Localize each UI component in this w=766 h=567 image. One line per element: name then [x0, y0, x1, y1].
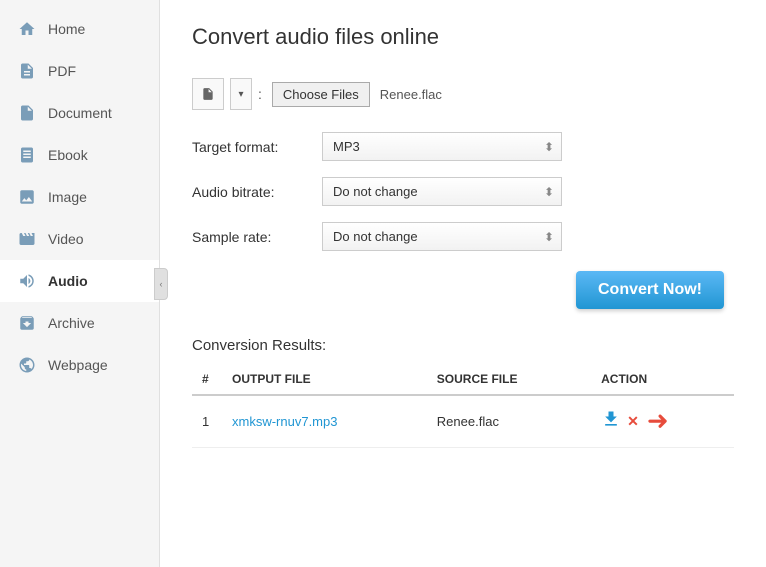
archive-icon	[16, 312, 38, 334]
sidebar-item-webpage[interactable]: Webpage	[0, 344, 159, 386]
document-icon	[16, 102, 38, 124]
table-header-row: # OUTPUT FILE SOURCE FILE ACTION	[192, 364, 734, 395]
sidebar-item-document[interactable]: Document	[0, 92, 159, 134]
row-action: ✕ ➜	[591, 395, 734, 448]
convert-button-row: Convert Now!	[192, 271, 734, 309]
file-icon-button[interactable]	[192, 78, 224, 110]
image-icon	[16, 186, 38, 208]
column-source-file: SOURCE FILE	[427, 364, 591, 395]
row-source-file: Renee.flac	[427, 395, 591, 448]
red-arrow-indicator: ➜	[647, 406, 669, 437]
audio-bitrate-label: Audio bitrate:	[192, 184, 322, 200]
delete-icon[interactable]: ✕	[627, 413, 639, 430]
sample-rate-select[interactable]: Do not change 8000 Hz 11025 Hz 22050 Hz …	[322, 222, 562, 251]
file-dropdown-button[interactable]: ▾	[230, 78, 252, 110]
sidebar-label-home: Home	[48, 21, 85, 37]
sidebar-item-image[interactable]: Image	[0, 176, 159, 218]
sidebar-collapse-button[interactable]: ‹	[154, 268, 168, 300]
column-hash: #	[192, 364, 222, 395]
target-format-label: Target format:	[192, 139, 322, 155]
sample-rate-label: Sample rate:	[192, 229, 322, 245]
sidebar-label-video: Video	[48, 231, 84, 247]
audio-icon	[16, 270, 38, 292]
sidebar-item-archive[interactable]: Archive	[0, 302, 159, 344]
sidebar-item-video[interactable]: Video	[0, 218, 159, 260]
convert-now-button[interactable]: Convert Now!	[576, 271, 724, 309]
collapse-icon: ‹	[160, 279, 163, 289]
sidebar-item-home[interactable]: Home	[0, 8, 159, 50]
target-format-select[interactable]: MP3 AAC WAV OGG FLAC M4A WMA	[322, 132, 562, 161]
choose-files-button[interactable]: Choose Files	[272, 82, 370, 107]
audio-bitrate-select[interactable]: Do not change 32k 64k 128k 192k 256k 320…	[322, 177, 562, 206]
sidebar-label-webpage: Webpage	[48, 357, 108, 373]
sidebar-label-pdf: PDF	[48, 63, 76, 79]
audio-bitrate-row: Audio bitrate: Do not change 32k 64k 128…	[192, 177, 734, 206]
action-cell: ✕ ➜	[601, 406, 724, 437]
target-format-select-wrapper: MP3 AAC WAV OGG FLAC M4A WMA	[322, 132, 562, 161]
conversion-results-section: Conversion Results: # OUTPUT FILE SOURCE…	[192, 337, 734, 448]
results-table: # OUTPUT FILE SOURCE FILE ACTION 1 xmksw…	[192, 364, 734, 448]
row-number: 1	[192, 395, 222, 448]
sidebar-label-image: Image	[48, 189, 87, 205]
main-content: Convert audio files online ▾ : Choose Fi…	[160, 0, 766, 567]
sidebar-label-ebook: Ebook	[48, 147, 88, 163]
ebook-icon	[16, 144, 38, 166]
column-output-file: OUTPUT FILE	[222, 364, 427, 395]
page-title: Convert audio files online	[192, 24, 734, 50]
video-icon	[16, 228, 38, 250]
sample-rate-select-wrapper: Do not change 8000 Hz 11025 Hz 22050 Hz …	[322, 222, 562, 251]
file-chooser-row: ▾ : Choose Files Renee.flac	[192, 78, 734, 110]
home-icon	[16, 18, 38, 40]
sidebar-item-ebook[interactable]: Ebook	[0, 134, 159, 176]
sidebar-label-archive: Archive	[48, 315, 95, 331]
results-title: Conversion Results:	[192, 337, 734, 354]
output-file-link[interactable]: xmksw-rnuv7.mp3	[232, 414, 337, 429]
sidebar-label-audio: Audio	[48, 273, 88, 289]
sidebar: Home PDF Document Ebook Image	[0, 0, 160, 567]
column-action: ACTION	[591, 364, 734, 395]
file-colon: :	[258, 86, 262, 102]
download-icon[interactable]	[601, 409, 621, 435]
sidebar-item-pdf[interactable]: PDF	[0, 50, 159, 92]
file-name-display: Renee.flac	[380, 87, 442, 102]
target-format-row: Target format: MP3 AAC WAV OGG FLAC M4A …	[192, 132, 734, 161]
audio-bitrate-select-wrapper: Do not change 32k 64k 128k 192k 256k 320…	[322, 177, 562, 206]
sidebar-item-audio[interactable]: Audio	[0, 260, 159, 302]
pdf-icon	[16, 60, 38, 82]
webpage-icon	[16, 354, 38, 376]
sample-rate-row: Sample rate: Do not change 8000 Hz 11025…	[192, 222, 734, 251]
table-row: 1 xmksw-rnuv7.mp3 Renee.flac ✕ ➜	[192, 395, 734, 448]
sidebar-label-document: Document	[48, 105, 112, 121]
dropdown-arrow-icon: ▾	[238, 89, 243, 100]
row-output-file: xmksw-rnuv7.mp3	[222, 395, 427, 448]
